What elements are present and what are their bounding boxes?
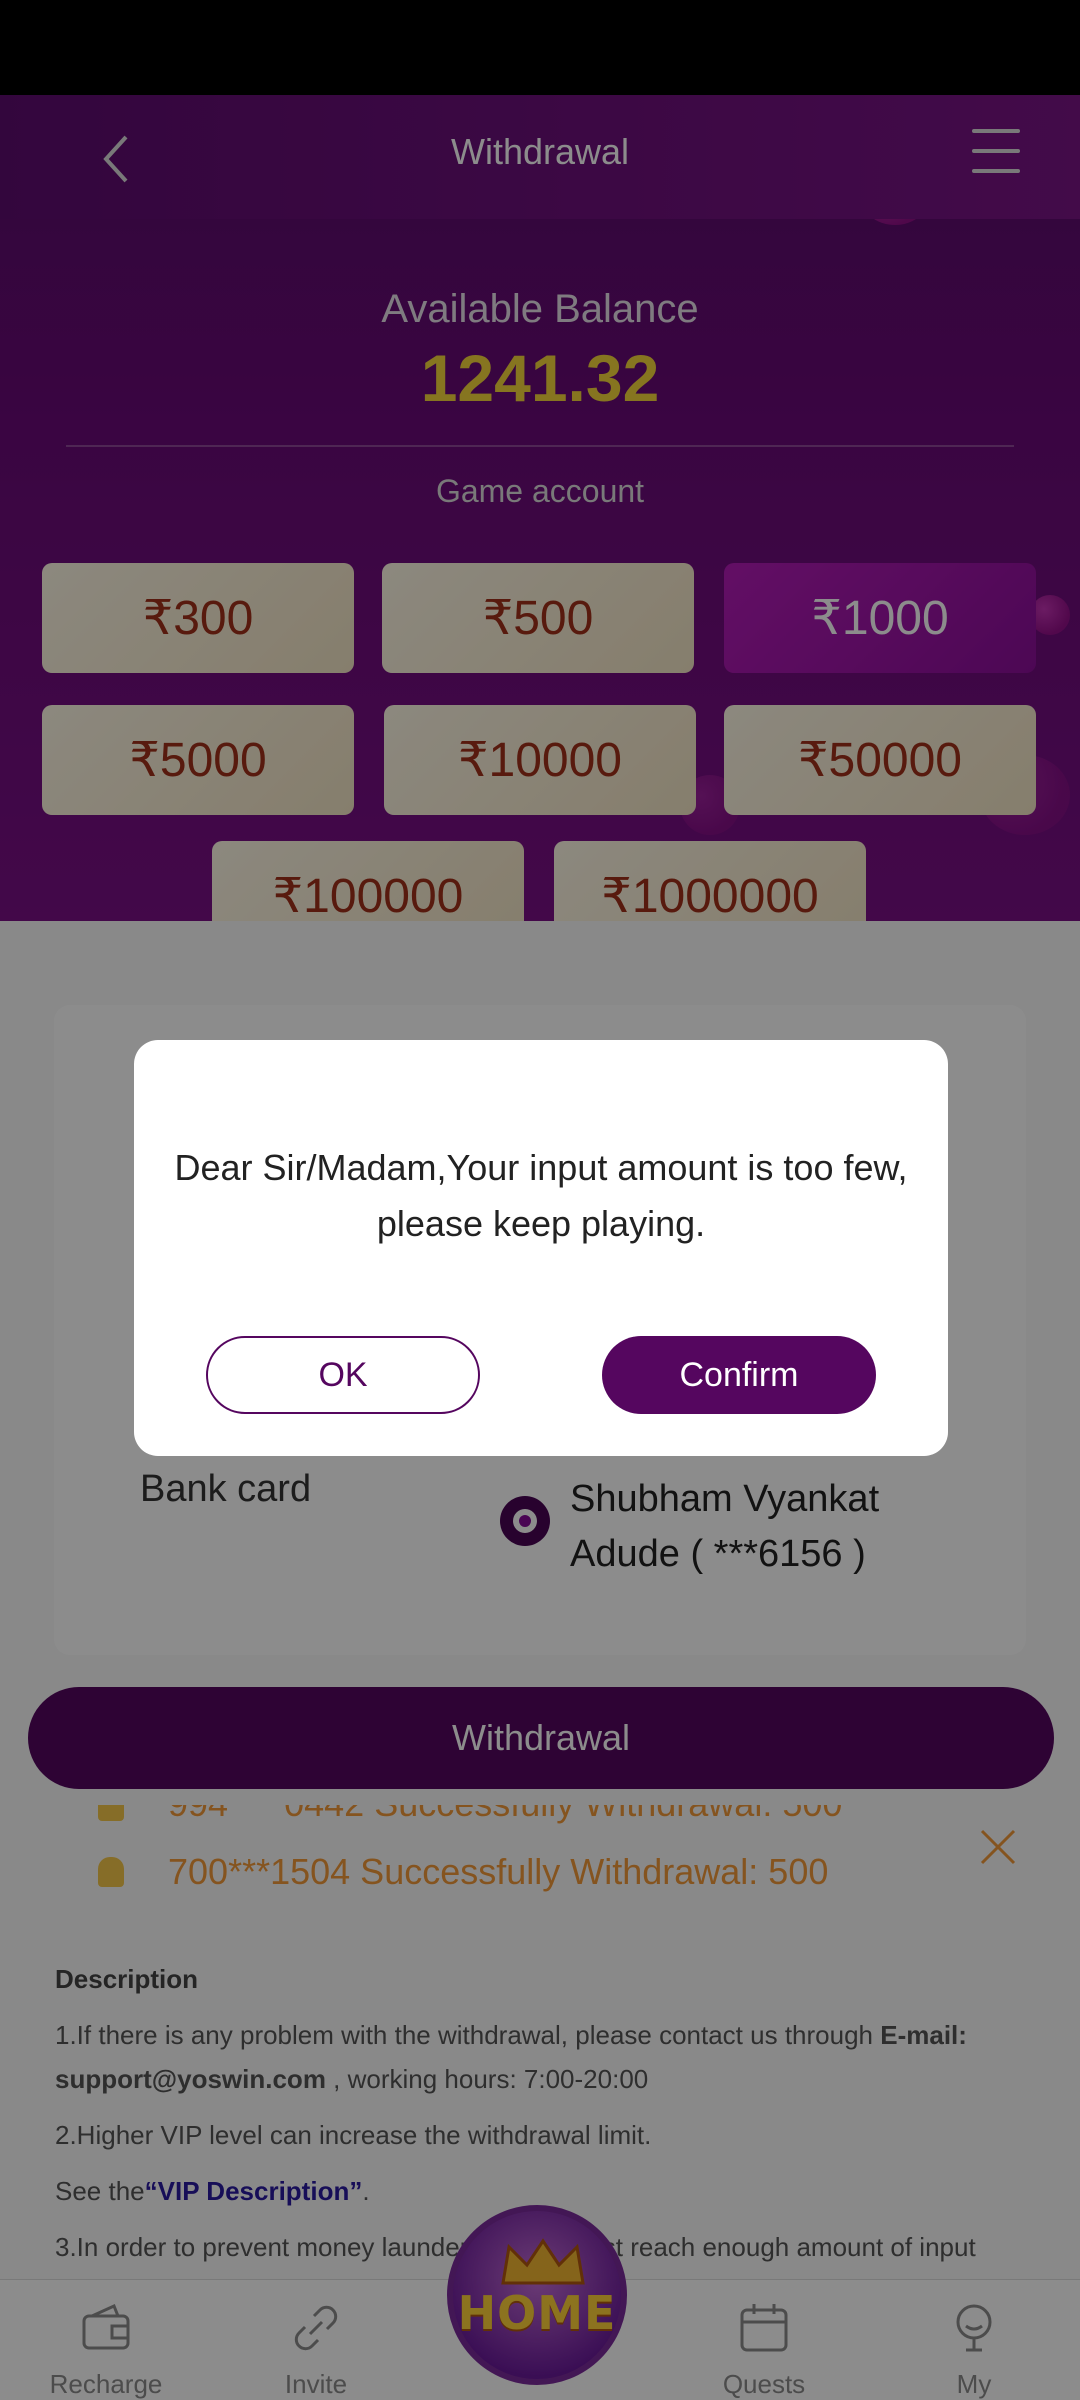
ok-button[interactable]: OK [206, 1336, 480, 1414]
dialog-message: Dear Sir/Madam,Your input amount is too … [174, 1147, 908, 1244]
alert-dialog: Dear Sir/Madam,Your input amount is too … [134, 1040, 948, 1456]
confirm-button[interactable]: Confirm [602, 1336, 876, 1414]
status-bar [0, 0, 1080, 95]
